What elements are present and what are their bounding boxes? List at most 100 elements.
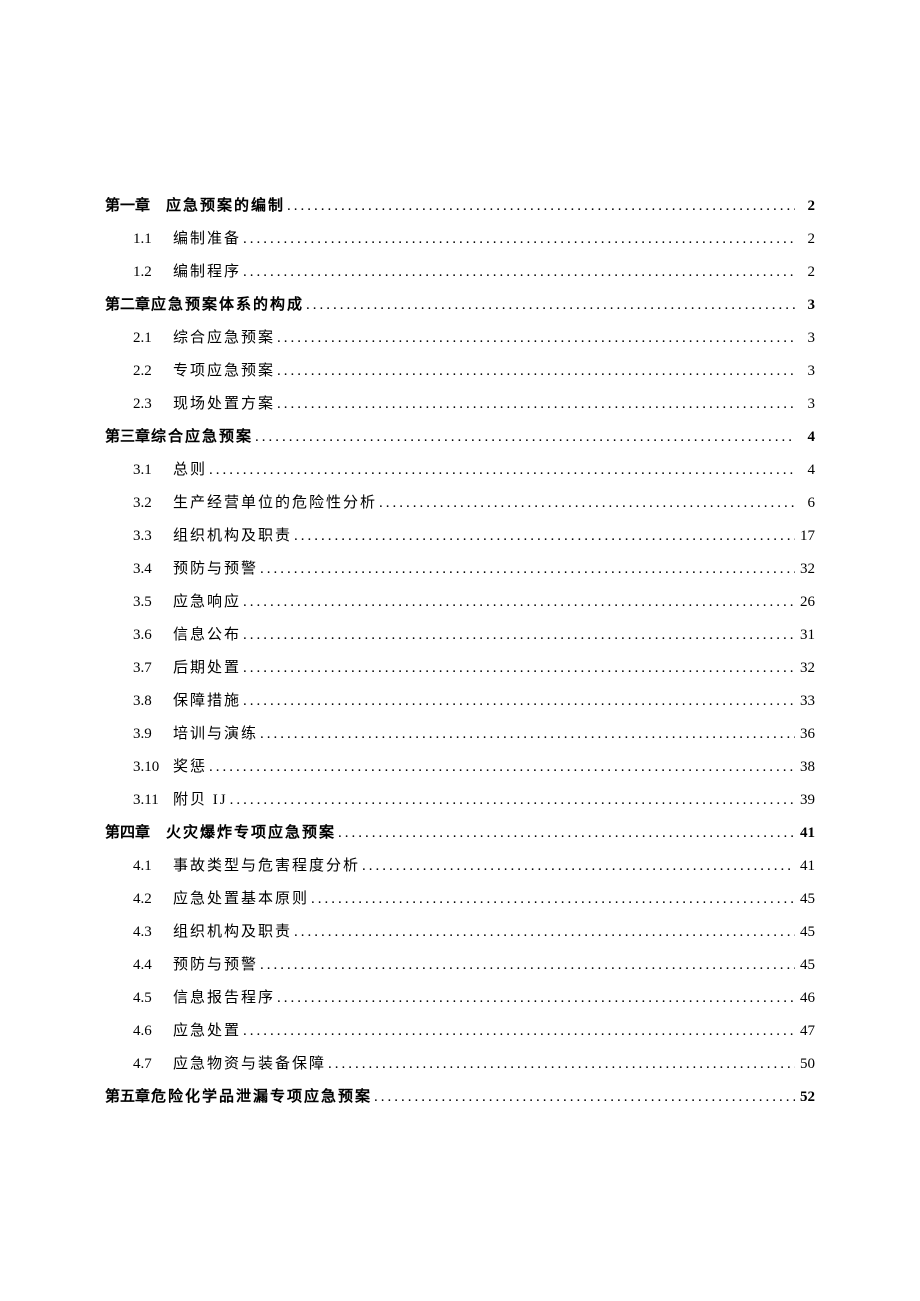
toc-entry: 第五章危险化学品泄漏专项应急预案52	[105, 1086, 815, 1108]
toc-entry-page: 3	[797, 294, 815, 316]
toc-leader-dots	[277, 360, 795, 382]
toc-entry-number: 4.5	[133, 987, 173, 1009]
toc-leader-dots	[328, 1053, 795, 1075]
toc-entry-page: 36	[797, 723, 815, 745]
toc-entry-number: 3.3	[133, 525, 173, 547]
toc-entry-page: 4	[797, 426, 815, 448]
toc-entry: 2.2专项应急预案3	[105, 360, 815, 382]
toc-leader-dots	[277, 987, 795, 1009]
toc-entry: 4.2应急处置基本原则45	[105, 888, 815, 910]
toc-leader-dots	[362, 855, 795, 877]
toc-entry-page: 45	[797, 921, 815, 943]
toc-leader-dots	[277, 393, 795, 415]
toc-entry: 4.7应急物资与装备保障50	[105, 1053, 815, 1075]
toc-entry-number: 1.2	[133, 261, 173, 283]
toc-entry-title: 编制准备	[173, 228, 241, 250]
toc-entry: 3.8保障措施 33	[105, 690, 815, 712]
toc-entry-page: 45	[797, 888, 815, 910]
toc-entry-page: 41	[797, 855, 815, 877]
toc-entry-number: 4.2	[133, 888, 173, 910]
toc-leader-dots	[260, 723, 795, 745]
toc-entry: 3.5应急响应 26	[105, 591, 815, 613]
toc-leader-dots	[260, 954, 795, 976]
toc-entry: 3.2生产经营单位的危险性分析 6	[105, 492, 815, 514]
toc-entry: 3.3组织机构及职责17	[105, 525, 815, 547]
toc-entry-number: 3.9	[133, 723, 173, 745]
toc-leader-dots	[243, 591, 795, 613]
toc-entry-title: 附贝 IJ	[173, 789, 228, 811]
toc-entry-number: 第二章	[105, 294, 151, 316]
toc-entry: 4.3组织机构及职责45	[105, 921, 815, 943]
toc-leader-dots	[243, 1020, 795, 1042]
toc-entry-title: 生产经营单位的危险性分析	[173, 492, 377, 514]
toc-leader-dots	[311, 888, 795, 910]
toc-leader-dots	[338, 822, 795, 844]
toc-leader-dots	[230, 789, 795, 811]
toc-entry-title: 编制程序	[173, 261, 241, 283]
toc-leader-dots	[287, 195, 795, 217]
toc-entry-page: 6	[797, 492, 815, 514]
toc-entry-number: 4.4	[133, 954, 173, 976]
toc-leader-dots	[294, 921, 795, 943]
toc-entry: 第三章综合应急预案 4	[105, 426, 815, 448]
toc-entry: 第一章 应急预案的编制2	[105, 195, 815, 217]
toc-entry-number: 3.7	[133, 657, 173, 679]
toc-entry-title: 综合应急预案	[151, 426, 253, 448]
toc-entry-number: 第一章	[105, 195, 151, 217]
toc-entry-page: 32	[797, 558, 815, 580]
toc-entry-title: 专项应急预案	[173, 360, 275, 382]
toc-entry-page: 17	[797, 525, 815, 547]
toc-entry-page: 3	[797, 393, 815, 415]
toc-leader-dots	[374, 1086, 795, 1108]
toc-entry-page: 2	[797, 228, 815, 250]
toc-entry-page: 2	[797, 195, 815, 217]
toc-leader-dots	[209, 459, 795, 481]
toc-leader-dots	[306, 294, 795, 316]
toc-entry-number: 3.2	[133, 492, 173, 514]
toc-entry: 第二章应急预案体系的构成 3	[105, 294, 815, 316]
toc-entry-number: 3.10	[133, 756, 173, 778]
toc-entry-number: 第三章	[105, 426, 151, 448]
toc-entry-title: 应急响应	[173, 591, 241, 613]
toc-entry-page: 38	[797, 756, 815, 778]
toc-entry-page: 26	[797, 591, 815, 613]
toc-leader-dots	[260, 558, 795, 580]
toc-entry-number: 3.8	[133, 690, 173, 712]
table-of-contents: 第一章 应急预案的编制21.1编制准备21.2编制程序2第二章应急预案体系的构成…	[105, 195, 815, 1108]
toc-entry-title: 预防与预警	[173, 954, 258, 976]
toc-entry-title: 总则	[173, 459, 207, 481]
toc-entry-number: 3.11	[133, 789, 173, 811]
toc-entry-page: 47	[797, 1020, 815, 1042]
toc-leader-dots	[243, 261, 795, 283]
toc-entry-title: 保障措施	[173, 690, 241, 712]
toc-leader-dots	[379, 492, 795, 514]
toc-entry: 4.5信息报告程序46	[105, 987, 815, 1009]
toc-entry-number: 2.3	[133, 393, 173, 415]
toc-entry: 4.6应急处置47	[105, 1020, 815, 1042]
toc-entry-number: 3.6	[133, 624, 173, 646]
toc-entry-number: 2.2	[133, 360, 173, 382]
toc-leader-dots	[277, 327, 795, 349]
toc-entry-number: 3.5	[133, 591, 173, 613]
toc-entry-number: 2.1	[133, 327, 173, 349]
toc-entry: 3.4预防与预警32	[105, 558, 815, 580]
toc-entry-title: 信息报告程序	[173, 987, 275, 1009]
toc-entry-page: 33	[797, 690, 815, 712]
toc-entry: 3.10奖惩 38	[105, 756, 815, 778]
toc-entry: 3.6信息公布31	[105, 624, 815, 646]
toc-entry-title: 危险化学品泄漏专项应急预案	[151, 1086, 372, 1108]
toc-entry: 3.11附贝 IJ 39	[105, 789, 815, 811]
toc-entry: 4.1事故类型与危害程度分析41	[105, 855, 815, 877]
toc-entry-number: 4.1	[133, 855, 173, 877]
toc-entry-page: 39	[797, 789, 815, 811]
toc-entry: 3.9培训与演练36	[105, 723, 815, 745]
toc-gap	[151, 822, 166, 844]
toc-leader-dots	[255, 426, 795, 448]
toc-entry-number: 3.4	[133, 558, 173, 580]
toc-entry: 4.4预防与预警45	[105, 954, 815, 976]
toc-entry-title: 应急预案体系的构成	[151, 294, 304, 316]
toc-entry-title: 奖惩	[173, 756, 207, 778]
toc-entry-page: 4	[797, 459, 815, 481]
toc-entry-title: 现场处置方案	[173, 393, 275, 415]
toc-entry-page: 41	[797, 822, 815, 844]
